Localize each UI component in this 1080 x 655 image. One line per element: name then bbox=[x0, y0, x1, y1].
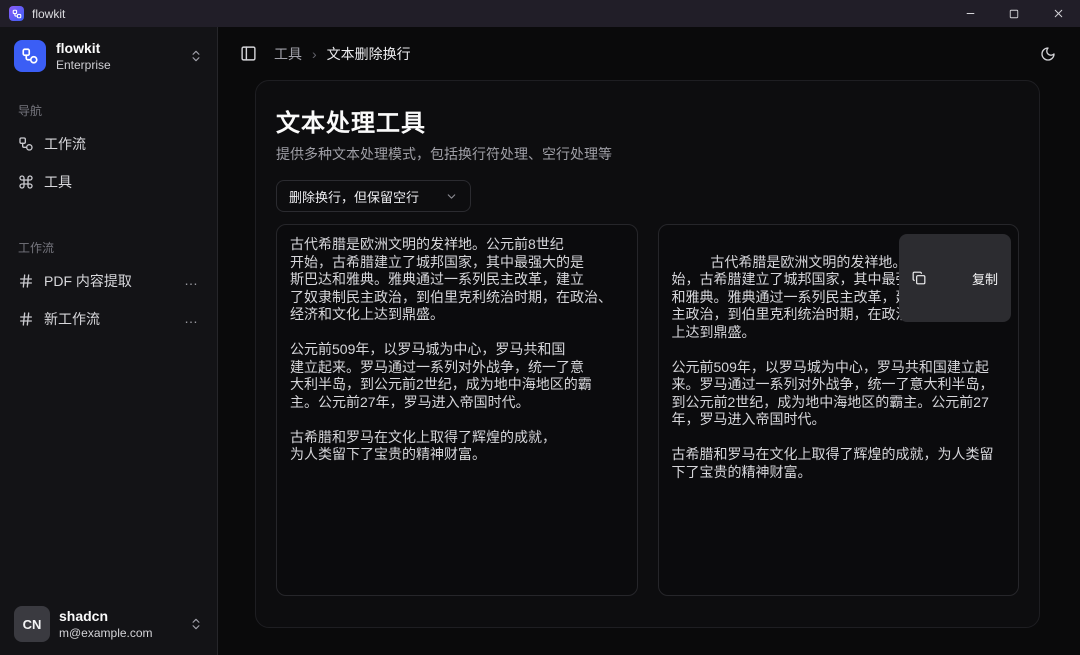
chevrons-up-down-icon bbox=[189, 49, 203, 63]
chevron-down-icon bbox=[445, 190, 458, 203]
copy-button-label: 复制 bbox=[972, 269, 998, 288]
input-textarea[interactable]: 古代希腊是欧洲文明的发祥地。公元前8世纪 开始，古希腊建立了城邦国家，其中最强大… bbox=[276, 224, 638, 596]
maximize-button[interactable] bbox=[992, 0, 1036, 27]
sidebar-item-tools[interactable]: 工具 bbox=[8, 165, 209, 199]
moon-icon[interactable] bbox=[1040, 46, 1056, 62]
item-actions-button[interactable]: … bbox=[184, 315, 199, 322]
minimize-button[interactable] bbox=[948, 0, 992, 27]
workspace-switcher[interactable]: flowkit Enterprise bbox=[8, 35, 209, 78]
titlebar: flowkit bbox=[0, 0, 1080, 27]
brand-logo-icon bbox=[14, 40, 46, 72]
sidebar-item-new-workflow[interactable]: 新工作流 … bbox=[8, 302, 209, 336]
sidebar-toggle-icon[interactable] bbox=[240, 45, 257, 62]
breadcrumb: 工具 › 文本删除换行 bbox=[274, 44, 411, 64]
mode-select[interactable]: 删除换行，但保留空行 bbox=[276, 180, 471, 212]
nav-group-label: 工作流 bbox=[8, 233, 209, 264]
sidebar-item-pdf-extract[interactable]: PDF 内容提取 … bbox=[8, 264, 209, 298]
workflow-icon bbox=[18, 136, 34, 152]
command-icon bbox=[18, 174, 34, 190]
copy-button[interactable]: 复制 bbox=[899, 234, 1011, 322]
window-controls bbox=[948, 0, 1080, 27]
page-subtitle: 提供多种文本处理模式，包括换行符处理、空行处理等 bbox=[276, 144, 1019, 164]
app-logo-icon bbox=[9, 6, 24, 21]
copy-icon bbox=[912, 241, 963, 315]
sidebar: flowkit Enterprise 导航 工作流 工具 bbox=[0, 27, 218, 655]
item-actions-button[interactable]: … bbox=[184, 277, 199, 284]
sidebar-item-label: PDF 内容提取 bbox=[44, 271, 132, 291]
user-name: shadcn bbox=[59, 608, 153, 626]
sidebar-item-label: 工具 bbox=[44, 172, 72, 192]
avatar: CN bbox=[14, 606, 50, 642]
hash-icon bbox=[18, 311, 34, 327]
mode-select-value: 删除换行，但保留空行 bbox=[289, 187, 419, 206]
breadcrumb-current: 文本删除换行 bbox=[327, 44, 411, 64]
breadcrumb-parent-link[interactable]: 工具 bbox=[274, 44, 302, 64]
close-button[interactable] bbox=[1036, 0, 1080, 27]
chevrons-up-down-icon bbox=[189, 617, 203, 631]
sidebar-item-workflows[interactable]: 工作流 bbox=[8, 127, 209, 161]
main-area: 工具 › 文本删除换行 文本处理工具 提供多种文本处理模式，包括换行符处理、空行… bbox=[218, 27, 1080, 655]
user-menu-button[interactable]: CN shadcn m@example.com bbox=[8, 601, 209, 647]
output-panel: 古代希腊是欧洲文明的发祥地。公元前8世纪开始，古希腊建立了城邦国家，其中最强大的… bbox=[658, 224, 1020, 596]
nav-group-workflows: 工作流 PDF 内容提取 … 新工作流 … bbox=[0, 233, 217, 336]
brand-name: flowkit bbox=[56, 40, 111, 58]
user-email: m@example.com bbox=[59, 626, 153, 640]
tool-card: 文本处理工具 提供多种文本处理模式，包括换行符处理、空行处理等 删除换行，但保留… bbox=[255, 80, 1040, 628]
page-title: 文本处理工具 bbox=[276, 103, 1019, 138]
brand-plan: Enterprise bbox=[56, 58, 111, 73]
sidebar-item-label: 新工作流 bbox=[44, 309, 100, 329]
hash-icon bbox=[18, 273, 34, 289]
nav-group-label: 导航 bbox=[8, 96, 209, 127]
nav-group-navigation: 导航 工作流 工具 bbox=[0, 96, 217, 199]
main-header: 工具 › 文本删除换行 bbox=[218, 27, 1080, 80]
sidebar-item-label: 工作流 bbox=[44, 134, 86, 154]
chevron-right-icon: › bbox=[312, 46, 317, 62]
app-title: flowkit bbox=[32, 7, 65, 21]
